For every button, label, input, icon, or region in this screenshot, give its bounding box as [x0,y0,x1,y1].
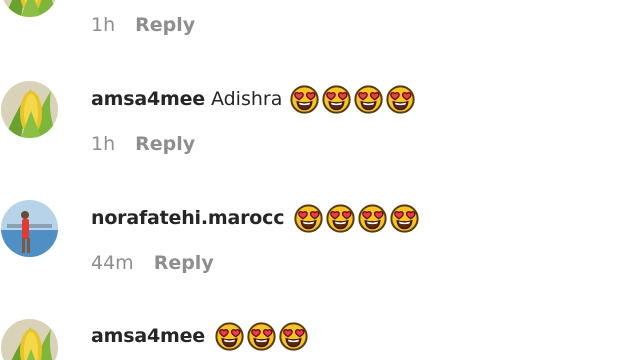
avatar[interactable] [1,319,58,360]
heart-eyes-emoji-icon [215,322,244,351]
comments-list: 1h Reply amsa4mee Adishra 1h Reply noraf… [0,0,640,360]
emoji-group [294,204,422,233]
corn-avatar-icon [1,0,58,17]
heart-eyes-emoji-icon [386,85,415,114]
reply-button[interactable]: Reply [135,133,195,155]
heart-eyes-emoji-icon [294,204,323,233]
avatar[interactable] [1,81,58,138]
heart-eyes-emoji-icon [322,85,351,114]
comment-username[interactable]: amsa4mee [91,325,205,347]
heart-eyes-emoji-icon [279,322,308,351]
corn-avatar-icon [1,319,58,360]
comment-body: amsa4mee [91,321,311,351]
reply-button[interactable]: Reply [154,252,214,274]
heart-eyes-emoji-icon [358,204,387,233]
comment-meta: 1h Reply [91,132,195,156]
avatar[interactable] [1,200,58,257]
comment-username[interactable]: norafatehi.marocc [91,207,284,229]
heart-eyes-emoji-icon [290,85,319,114]
comment-time: 1h [91,133,116,155]
heart-eyes-emoji-icon [247,322,276,351]
comment-time: 44m [91,252,134,274]
emoji-group [215,322,311,351]
comment-username[interactable]: amsa4mee [91,88,205,110]
heart-eyes-emoji-icon [354,85,383,114]
comment-body: norafatehi.marocc [91,203,422,233]
avatar[interactable] [1,0,58,17]
comment-text: Adishra [210,88,283,110]
comment-body: amsa4mee Adishra [91,84,418,114]
corn-avatar-icon [1,81,58,138]
person-beach-avatar-icon [1,200,58,257]
comment-meta: 1h Reply [91,13,195,37]
heart-eyes-emoji-icon [390,204,419,233]
comment-time: 1h [91,14,116,36]
emoji-group [290,85,418,114]
reply-button[interactable]: Reply [135,14,195,36]
heart-eyes-emoji-icon [326,204,355,233]
comment-meta: 44m Reply [91,251,214,275]
